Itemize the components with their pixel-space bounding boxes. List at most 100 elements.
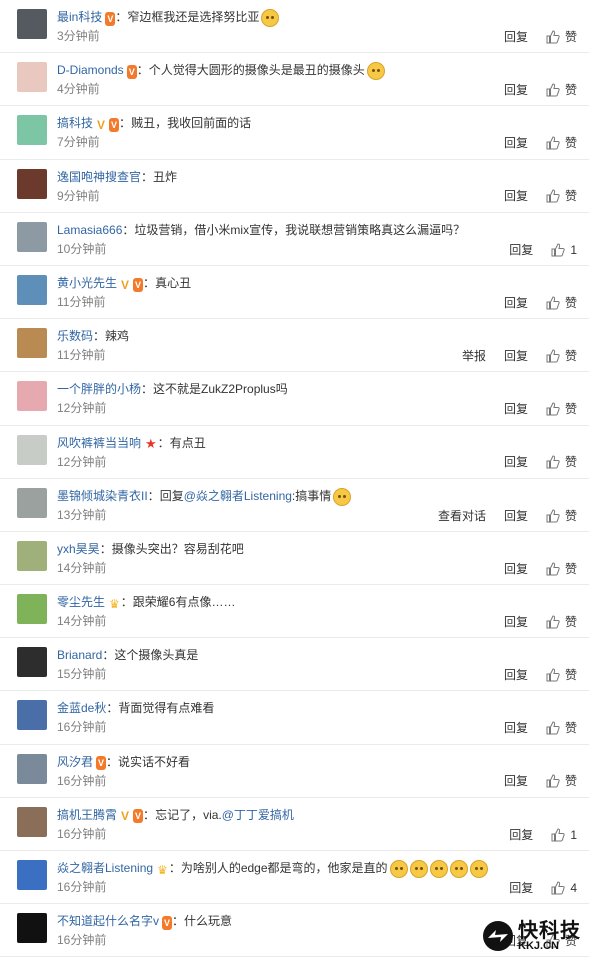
user-badges: V [124,62,137,80]
girl-avatar[interactable] [17,62,47,93]
like-button[interactable]: 赞 [546,773,577,789]
like-button[interactable]: 赞 [546,188,577,204]
like-button[interactable]: 赞 [546,454,577,470]
like-button[interactable]: 赞 [546,295,577,311]
username-link[interactable]: 不知道起什么名字v [57,914,159,928]
comment-line: 搞机王腾霄 V V ：忘记了，via.@丁丁爱搞机 [57,806,579,824]
comment-row: 搞科技 V V ：贼丑，我收回前面的话 7分钟前 回复赞 [0,106,589,160]
photo-avatar[interactable] [17,434,47,465]
username-link[interactable]: 搞机王腾霄 [57,808,117,822]
reply-button[interactable]: 回复 [504,29,528,45]
like-button[interactable]: 赞 [546,667,577,683]
comment-body: :搞事情 [291,488,332,503]
username-link[interactable]: 最in科技 [57,10,102,24]
like-button[interactable]: 赞 [546,401,577,417]
thumbs-up-icon [546,189,560,203]
cartoon-avatar[interactable] [17,860,47,890]
report-button[interactable]: 举报 [462,348,486,364]
reply-button[interactable]: 回复 [504,295,528,311]
username-link[interactable]: 风吹裤裤当当响 [57,436,141,450]
photo-avatar[interactable] [17,540,47,571]
comment-actions: 回复 赞 [486,560,577,576]
comment-actions: 回复 赞 [486,613,577,629]
photo-avatar[interactable] [17,806,47,837]
reply-button[interactable]: 回复 [504,401,528,417]
reply-button[interactable]: 回复 [509,827,533,843]
comment-text: 为啥别人的edge都是弯的，他家是直的 [181,861,388,875]
photo-avatar[interactable] [17,647,47,678]
reply-button[interactable]: 回复 [504,82,528,98]
like-button[interactable]: 赞 [546,508,577,524]
arrow-avatar[interactable] [17,913,47,944]
reply-button[interactable]: 回复 [504,135,528,151]
photo-avatar[interactable] [17,381,47,412]
username-link[interactable]: 墨锦倾城染青衣II [57,489,148,503]
thumbs-up-icon [546,30,560,44]
photo-avatar[interactable] [17,168,47,199]
username-link[interactable]: 零尘先生 [57,595,105,609]
comment-body: 跟荣耀6有点像…… [132,595,236,610]
bear-avatar[interactable] [17,328,47,359]
comment-line: 焱之翱者Listening ♛：为啥别人的edge都是弯的，他家是直的 [57,859,579,878]
thumbs-up-icon [546,509,560,523]
comment-time: 13分钟前 [57,507,107,522]
like-label: 赞 [564,774,577,789]
like-button[interactable]: 赞 [546,561,577,577]
comment-body: 摄像头突出？容易刮花吧 [111,541,244,556]
comment-actions: 回复 1 [491,826,577,842]
like-button[interactable]: 赞 [546,720,577,736]
photo-avatar[interactable] [17,221,47,252]
username-link[interactable]: 焱之翱者Listening [57,861,153,875]
thumbs-up-icon [546,83,560,97]
like-button[interactable]: 赞 [546,614,577,630]
reply-button[interactable]: 回复 [504,720,528,736]
username-link[interactable]: 逸国咆神搜查官 [57,170,141,184]
username-link[interactable]: 风汐君 [57,755,93,769]
username-link[interactable]: Lamasia666 [57,223,122,237]
username-link[interactable]: 乐数码 [57,329,93,343]
mention-link[interactable]: @丁丁爱搞机 [222,808,294,822]
username-link[interactable]: 黄小光先生 [57,276,117,290]
reply-button[interactable]: 回复 [504,454,528,470]
like-button[interactable]: 赞 [546,82,577,98]
comment-row: D-Diamonds V ：个人觉得大圆形的摄像头是最丑的摄像头 4分钟前 回复赞 [0,53,589,107]
like-button[interactable]: 赞 [546,348,577,364]
bird-avatar[interactable] [17,9,47,39]
separator: ： [93,329,106,344]
comment-time: 16分钟前 [57,933,107,948]
username-link[interactable]: D-Diamonds [57,63,124,77]
reply-button[interactable]: 回复 [509,880,533,896]
username-link[interactable]: Brianard [57,648,102,662]
username-link[interactable]: 一个胖胖的小杨 [57,382,141,396]
thumbs-up-icon [551,243,565,257]
reply-button[interactable]: 回复 [504,773,528,789]
user-badges: V [93,753,107,771]
like-button[interactable]: 赞 [546,135,577,151]
username-link[interactable]: 搞科技 [57,116,93,130]
username-link[interactable]: 金蓝de秋 [57,701,106,715]
reply-button[interactable]: 回复 [504,667,528,683]
photo-avatar[interactable] [17,700,47,731]
mention-link[interactable]: @焱之翱者Listening [184,489,292,503]
comment-row: 乐数码：辣鸡 11分钟前 举报 回复 赞 [0,319,589,373]
photo-avatar[interactable] [17,753,47,784]
default-avatar[interactable] [17,115,47,146]
photo-avatar[interactable] [17,274,47,305]
comment-time: 12分钟前 [57,454,107,469]
photo-avatar[interactable] [17,487,47,518]
comment-time: 10分钟前 [57,241,107,256]
like-button[interactable]: 4 [551,880,577,896]
reply-button[interactable]: 回复 [509,242,533,258]
reply-button[interactable]: 回复 [504,188,528,204]
username-link[interactable]: yxh昊昊 [57,542,100,556]
like-button[interactable]: 1 [551,827,577,843]
reply-button[interactable]: 回复 [504,508,528,524]
view-conversation-button[interactable]: 查看对话 [438,508,486,524]
monkey-avatar[interactable] [17,594,47,625]
comment-text: 摄像头突出？容易刮花吧 [112,542,244,556]
reply-button[interactable]: 回复 [504,561,528,577]
reply-button[interactable]: 回复 [504,348,528,364]
like-button[interactable]: 赞 [546,29,577,45]
reply-button[interactable]: 回复 [504,614,528,630]
like-button[interactable]: 1 [551,242,577,258]
